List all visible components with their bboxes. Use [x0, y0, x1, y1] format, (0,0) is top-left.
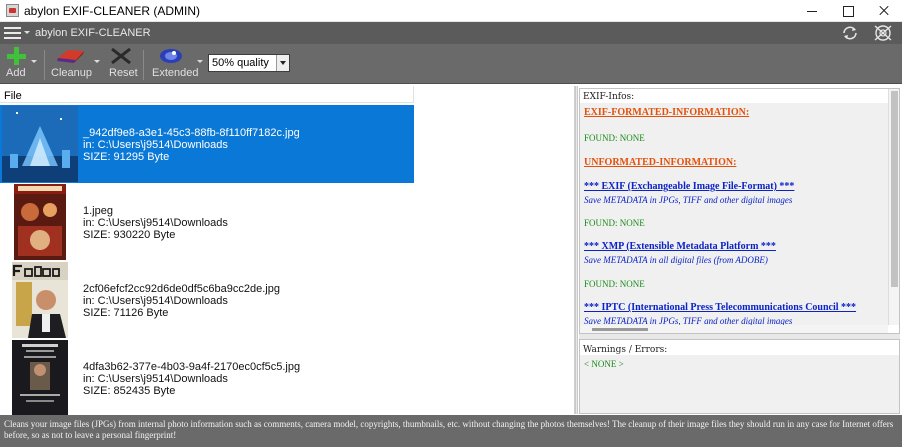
- found-status: FOUND: NONE: [584, 218, 645, 228]
- chevron-down-icon[interactable]: [276, 55, 289, 71]
- add-icon: [7, 47, 26, 65]
- window-title: abylon EXIF-CLEANER (ADMIN): [24, 4, 201, 18]
- reset-icon: [111, 47, 131, 65]
- maximize-button[interactable]: [830, 0, 866, 22]
- vertical-scrollbar[interactable]: [888, 89, 899, 325]
- file-name: 4dfa3b62-377e-4b03-9a4f-2170ec0cf5c5.jpg: [83, 361, 301, 373]
- add-label: Add: [6, 67, 26, 79]
- menu-icon[interactable]: [4, 27, 21, 39]
- menu-dropdown-icon[interactable]: [24, 31, 30, 34]
- help-icon[interactable]: [872, 24, 894, 42]
- status-bar: Cleans your image files (JPGs) from inte…: [0, 415, 902, 447]
- reset-label: Reset: [109, 67, 138, 79]
- extended-icon: [160, 49, 182, 63]
- file-thumbnail: [2, 106, 78, 182]
- file-row[interactable]: 2cf06efcf2cc92d6de0df5c6ba9cc2de.jpg in:…: [0, 261, 414, 339]
- file-location: in: C:\Users\j9514\Downloads: [83, 295, 228, 307]
- cleanup-eraser-icon: [57, 50, 84, 63]
- file-name: 2cf06efcf2cc92d6de0df5c6ba9cc2de.jpg: [83, 283, 280, 295]
- iptc-section-description: Save METADATA in JPGs, TIFF and other di…: [584, 316, 793, 325]
- cleanup-button[interactable]: Cleanup: [50, 44, 100, 84]
- file-size: SIZE: 91295 Byte: [83, 151, 170, 163]
- file-row[interactable]: _942df9e8-a3e1-45c3-88fb-8f110ff7182c.jp…: [0, 105, 414, 183]
- exif-info-text: EXIF-FORMATED-INFORMATION: FOUND: NONE U…: [580, 103, 888, 325]
- quality-select[interactable]: 50% quality: [208, 54, 290, 72]
- unformatted-info-heading: UNFORMATED-INFORMATION:: [584, 157, 737, 168]
- toolbar-separator: [143, 50, 144, 80]
- file-size: SIZE: 852435 Byte: [83, 385, 176, 397]
- toolbar-separator: [44, 50, 45, 80]
- formatted-info-heading: EXIF-FORMATED-INFORMATION:: [584, 107, 750, 118]
- warnings-value: < NONE >: [584, 359, 624, 369]
- vertical-splitter[interactable]: [575, 86, 578, 414]
- title-bar: abylon EXIF-CLEANER (ADMIN): [0, 0, 902, 22]
- file-size: SIZE: 930220 Byte: [83, 229, 176, 241]
- app-header: abylon EXIF-CLEANER: [0, 22, 902, 44]
- warnings-text-area: < NONE >: [580, 355, 899, 413]
- file-thumbnail: [14, 184, 66, 260]
- horizontal-scrollbar[interactable]: [580, 325, 888, 333]
- file-column-label: File: [4, 90, 22, 102]
- file-name: 1.jpeg: [83, 205, 113, 217]
- app-icon: [6, 4, 19, 17]
- exif-panel-header: EXIF-Infos:: [583, 92, 635, 102]
- warnings-panel-header: Warnings / Errors:: [583, 345, 668, 355]
- warnings-panel: Warnings / Errors: < NONE >: [579, 339, 900, 414]
- cleanup-label: Cleanup: [51, 67, 92, 79]
- cleanup-dropdown-icon[interactable]: [94, 60, 100, 63]
- iptc-section-heading: *** IPTC (International Press Telecommun…: [584, 302, 857, 313]
- file-row[interactable]: 1.jpeg in: C:\Users\j9514\Downloads SIZE…: [0, 183, 414, 261]
- quality-value: 50% quality: [212, 57, 269, 69]
- file-thumbnail: [12, 340, 68, 416]
- extended-label: Extended: [152, 67, 199, 79]
- toolbar: Add Cleanup Reset Extended 50% quality: [0, 44, 902, 84]
- exif-section-description: Save METADATA in JPGs, TIFF and other di…: [584, 195, 793, 205]
- add-dropdown-icon[interactable]: [31, 60, 37, 63]
- file-location: in: C:\Users\j9514\Downloads: [83, 217, 228, 229]
- file-thumbnail: [12, 262, 68, 338]
- add-button[interactable]: Add: [4, 44, 38, 84]
- app-name: abylon EXIF-CLEANER: [35, 27, 151, 39]
- file-column-header[interactable]: File: [0, 86, 414, 103]
- file-row[interactable]: 4dfa3b62-377e-4b03-9a4f-2170ec0cf5c5.jpg…: [0, 339, 414, 417]
- exif-info-panel: EXIF-Infos: EXIF-FORMATED-INFORMATION: F…: [579, 88, 900, 334]
- found-status: FOUND: NONE: [584, 279, 645, 289]
- xmp-section-heading: *** XMP (Extensible Metadata Platform **…: [584, 241, 776, 252]
- file-location: in: C:\Users\j9514\Downloads: [83, 139, 228, 151]
- status-description: Cleans your image files (JPGs) from inte…: [4, 419, 894, 440]
- file-location: in: C:\Users\j9514\Downloads: [83, 373, 228, 385]
- file-size: SIZE: 71126 Byte: [83, 307, 169, 319]
- minimize-button[interactable]: [794, 0, 830, 22]
- reset-button[interactable]: Reset: [106, 44, 138, 84]
- file-list: File _942df9e8-a3e1-45c3-88fb-8f110ff718…: [0, 86, 575, 417]
- extended-dropdown-icon[interactable]: [197, 60, 203, 63]
- extended-button[interactable]: Extended: [150, 44, 204, 84]
- exif-section-heading: *** EXIF (Exchangeable Image File-Format…: [584, 181, 795, 192]
- xmp-section-description: Save METADATA in all digital files (from…: [584, 255, 768, 265]
- refresh-icon[interactable]: [840, 25, 860, 41]
- close-button[interactable]: [866, 0, 902, 22]
- found-status: FOUND: NONE: [584, 133, 645, 143]
- file-name: _942df9e8-a3e1-45c3-88fb-8f110ff7182c.jp…: [83, 127, 300, 139]
